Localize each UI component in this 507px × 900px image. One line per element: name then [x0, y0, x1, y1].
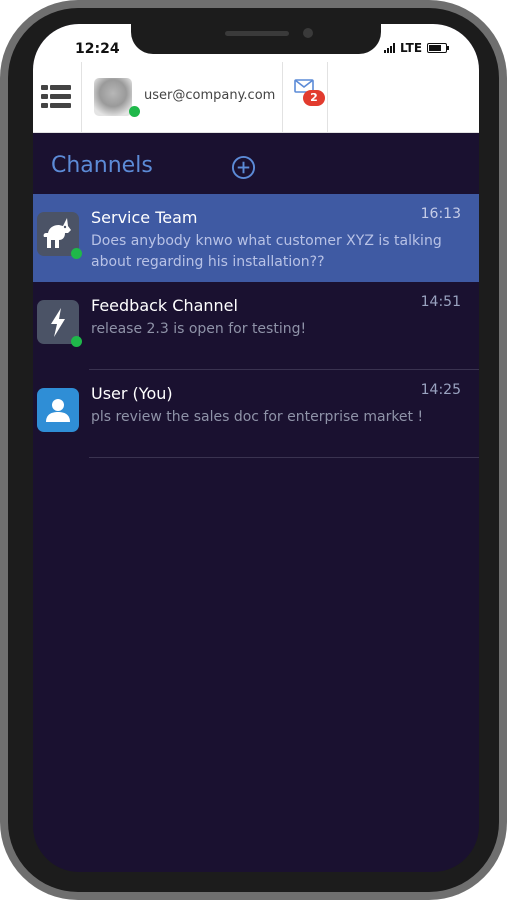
channel-name: Feedback Channel — [91, 296, 238, 315]
status-bar: 12:24 LTE — [33, 24, 479, 62]
channel-item-user-you[interactable]: User (You) 14:25 pls review the sales do… — [33, 370, 479, 458]
battery-icon — [427, 43, 450, 53]
avatar — [94, 78, 132, 116]
online-status-dot — [71, 336, 82, 347]
user-profile-button[interactable]: user@company.com — [82, 62, 283, 132]
channel-last-message: pls review the sales doc for enterprise … — [91, 409, 424, 425]
app-header: user@company.com 2 — [33, 62, 479, 133]
channel-time: 16:13 — [420, 206, 461, 222]
status-indicators: LTE — [384, 41, 450, 55]
channel-time: 14:51 — [420, 294, 461, 310]
divider — [89, 457, 479, 458]
camera-icon — [303, 28, 313, 38]
channel-name: Service Team — [91, 208, 198, 227]
channel-last-message: release 2.3 is open for testing! — [91, 321, 307, 337]
channels-title: Channels — [51, 153, 153, 178]
menu-button[interactable] — [33, 62, 82, 132]
online-status-dot — [71, 248, 82, 259]
add-channel-icon[interactable] — [231, 155, 256, 180]
signal-icon — [384, 43, 395, 53]
network-label: LTE — [400, 41, 423, 55]
channel-name: User (You) — [91, 384, 173, 403]
channel-time: 14:25 — [420, 382, 461, 398]
online-status-dot — [129, 106, 140, 117]
user-icon — [37, 388, 79, 432]
speaker-icon — [225, 31, 289, 36]
list-menu-icon — [41, 85, 71, 108]
messages-button[interactable]: 2 — [283, 62, 328, 132]
channels-header: Channels — [33, 132, 479, 194]
channel-last-message: Does anybody knwo what customer XYZ is t… — [91, 233, 442, 270]
user-email: user@company.com — [144, 88, 276, 103]
status-time: 12:24 — [75, 41, 120, 57]
notch — [131, 24, 381, 54]
unread-badge: 2 — [303, 90, 325, 106]
channel-item-feedback-channel[interactable]: Feedback Channel 14:51 release 2.3 is op… — [33, 282, 479, 370]
app-screen: 12:24 LTE user@company.com 2 Channels Se… — [33, 24, 479, 872]
channel-item-service-team[interactable]: Service Team 16:13 Does anybody knwo wha… — [33, 194, 479, 282]
